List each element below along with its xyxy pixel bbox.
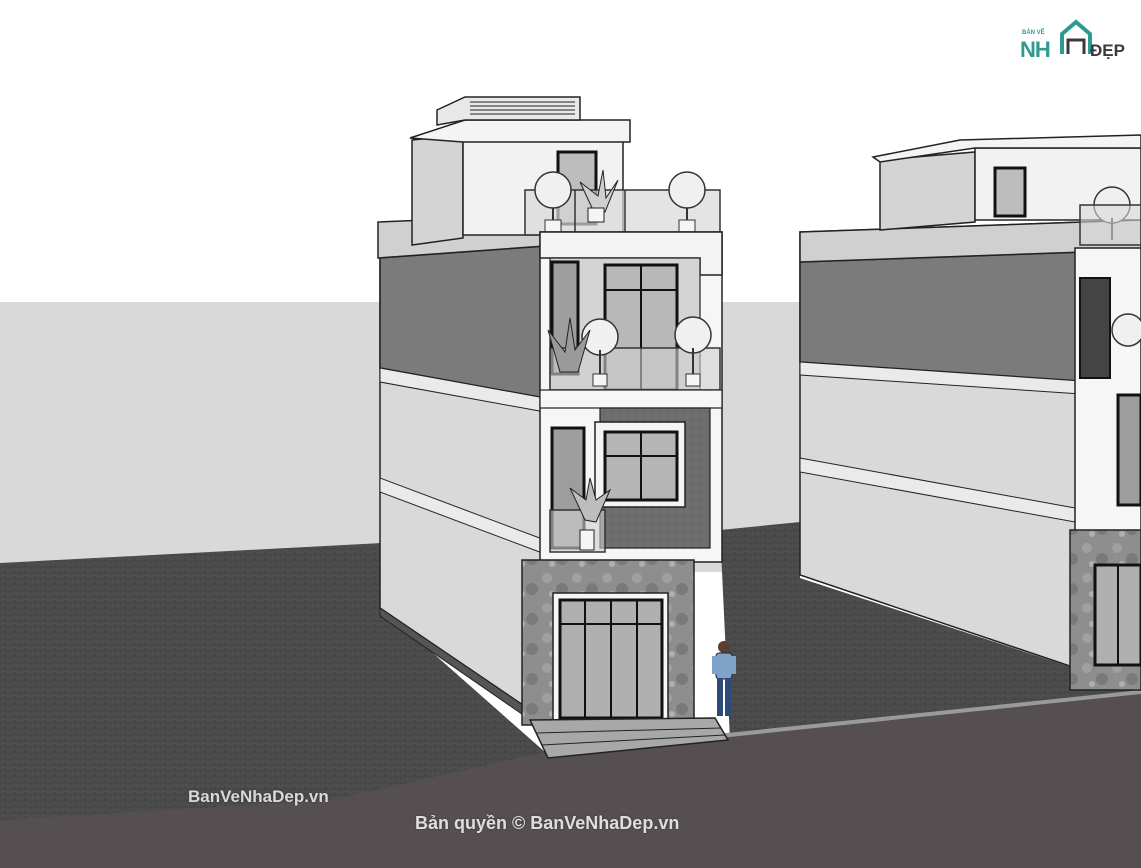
right-top-door: [993, 166, 1027, 218]
right-balcony-tree: [1111, 313, 1141, 347]
logo-main-text: NH: [1020, 37, 1051, 62]
site-watermark: BanVeNhaDep.vn: [188, 787, 329, 806]
stair-tower-side: [411, 134, 464, 246]
brand-logo: BẢN VẼ NH ĐẸP: [1018, 14, 1132, 64]
logo-top-text: BẢN VẼ: [1022, 30, 1045, 36]
architectural-render: [0, 0, 1141, 868]
logo-suffix-text: ĐẸP: [1090, 41, 1125, 60]
floor2-slab: [539, 389, 723, 409]
copyright-watermark: Bản quyền © BanVeNhaDep.vn: [415, 813, 680, 833]
right-dark-window: [1079, 277, 1111, 379]
right-roof-glass: [1079, 204, 1141, 246]
right-window-2: [1116, 393, 1141, 507]
right-stair-tower: [879, 151, 976, 231]
